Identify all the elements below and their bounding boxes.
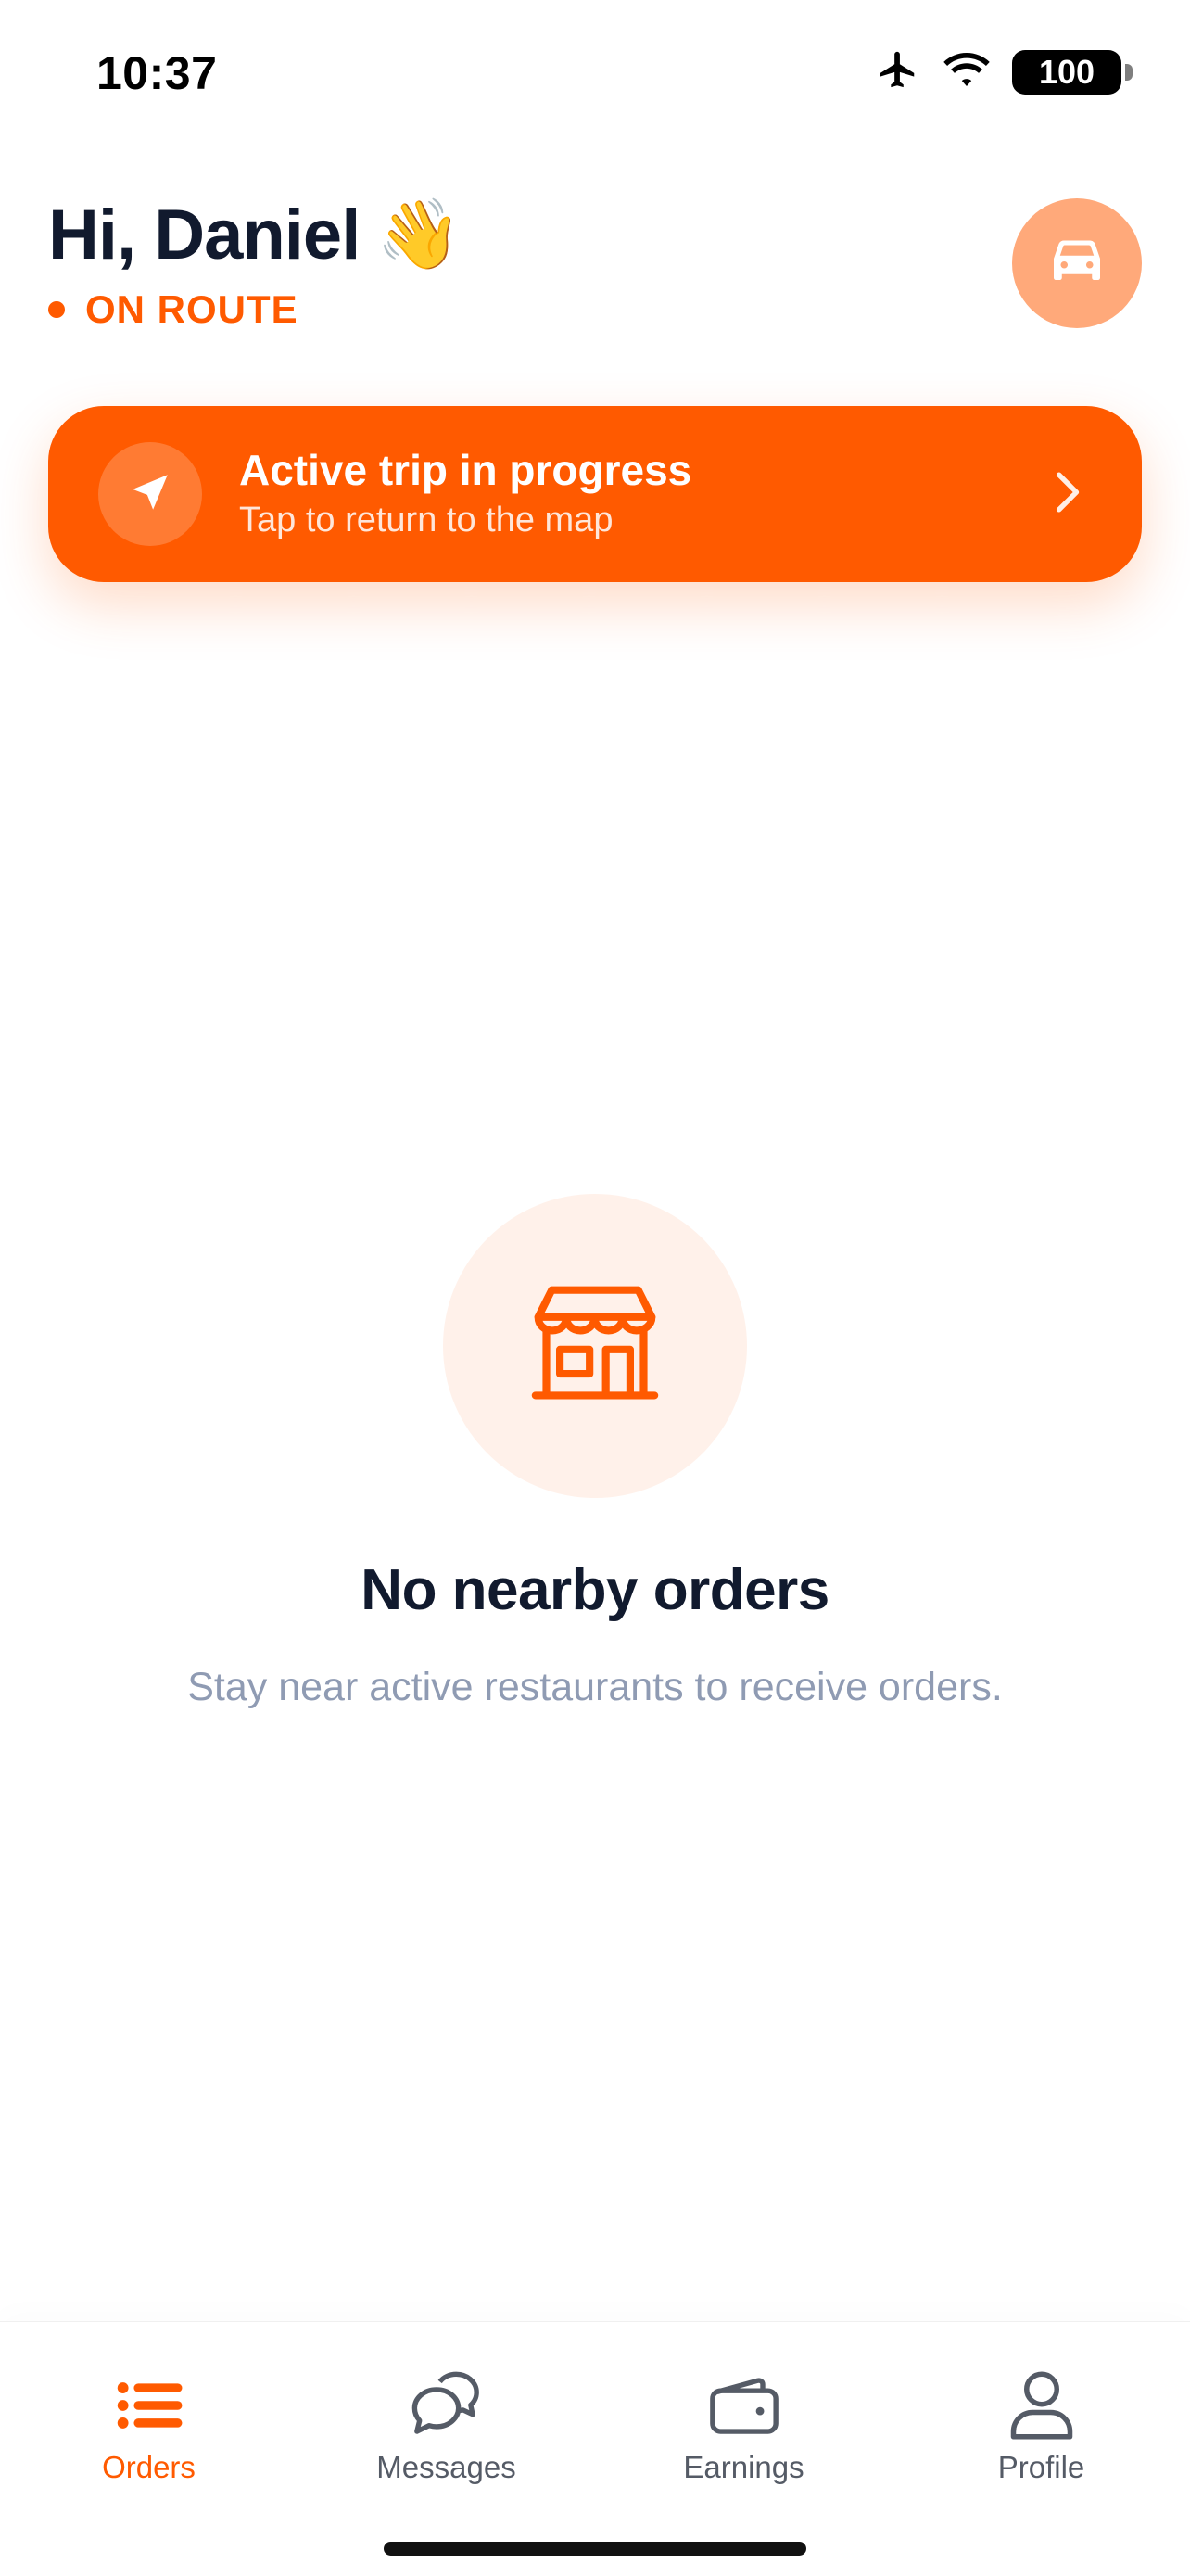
driver-status: ON ROUTE [48,287,298,332]
active-trip-banner[interactable]: Active trip in progress Tap to return to… [48,406,1142,582]
vehicle-button[interactable] [1012,198,1142,328]
greeting: Hi, Daniel 👋 [48,195,462,275]
trip-texts: Active trip in progress Tap to return to… [239,444,1053,544]
tab-profile[interactable]: Profile [892,2322,1190,2507]
empty-state-subtitle: Stay near active restaurants to receive … [187,1665,1003,1709]
storefront-icon [530,1284,660,1409]
user-icon [1009,2367,1074,2444]
wifi-icon [942,50,992,94]
airplane-icon [875,48,921,95]
home-indicator [384,2542,806,2556]
tab-label-orders: Orders [102,2450,196,2484]
tab-earnings[interactable]: Earnings [595,2322,892,2507]
tab-label-messages: Messages [376,2450,516,2484]
tab-orders[interactable]: Orders [0,2322,298,2507]
trip-icon-wrap [98,442,202,546]
empty-state-illustration [443,1194,747,1498]
car-icon [1048,238,1106,289]
chat-bubbles-icon [411,2367,483,2444]
status-text: ON ROUTE [85,287,298,331]
status-dot [48,301,65,318]
wallet-icon [708,2367,780,2444]
list-icon [116,2367,183,2444]
battery-icon: 100 [1012,49,1133,95]
battery-level: 100 [1012,49,1121,95]
tab-messages[interactable]: Messages [298,2322,595,2507]
empty-state-title: No nearby orders [361,1558,829,1622]
trip-subtitle: Tap to return to the map [239,501,614,539]
chevron-right-icon [1053,471,1081,518]
bottom-tab-bar: Orders Messages Earnings Profile [0,2321,1190,2576]
status-bar: 10:37 100 [0,0,1190,148]
tab-label-earnings: Earnings [683,2450,804,2484]
tab-label-profile: Profile [997,2450,1085,2484]
greeting-text: Hi, Daniel [48,196,361,274]
trip-title: Active trip in progress [239,446,692,494]
wave-emoji: 👋 [376,196,462,273]
navigation-arrow-icon [127,469,173,520]
status-icons: 100 [875,48,1133,95]
status-time: 10:37 [96,47,218,99]
